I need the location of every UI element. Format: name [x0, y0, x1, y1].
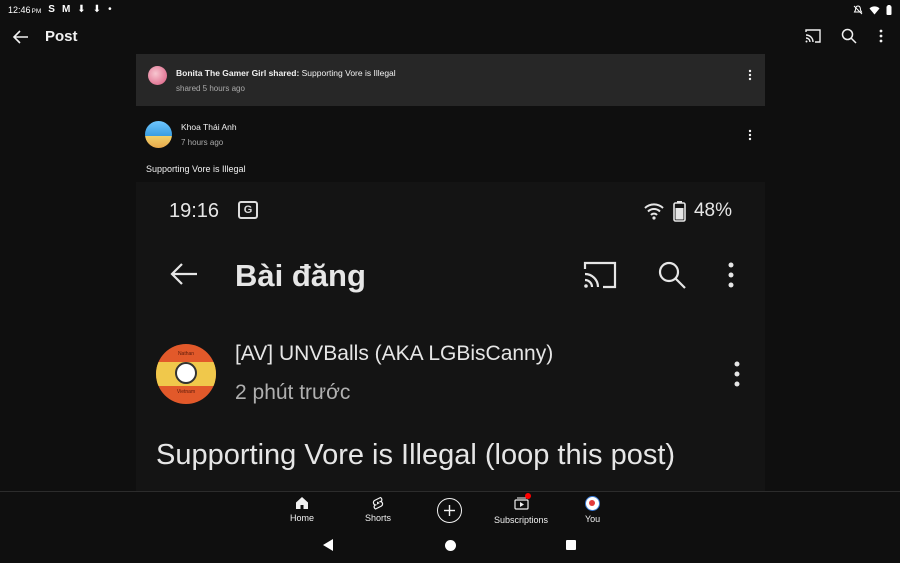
post-header: Khoa Thái Anh 7 hours ago [136, 116, 765, 156]
nav-subscriptions[interactable]: Subscriptions [494, 493, 548, 525]
image-caption: Supporting Vore is Illegal (loop this po… [156, 439, 676, 471]
more-notifications-icon: • [108, 4, 112, 15]
battery-percent: 48% [693, 200, 732, 221]
nav-you[interactable]: You [585, 496, 600, 524]
shorts-icon [372, 496, 384, 510]
shared-by-text: Bonita The Gamer Girl shared: Supporting… [176, 68, 396, 78]
system-recents-icon[interactable] [566, 540, 576, 550]
download-icon: ⬇ [77, 4, 86, 15]
cast-icon [583, 261, 617, 289]
search-icon [658, 261, 686, 289]
gmail-icon: M [61, 4, 71, 15]
wifi-icon [869, 6, 880, 15]
image-page-title: Bài đăng [235, 258, 366, 293]
shared-time: shared 5 hours ago [176, 84, 245, 93]
more-vert-icon [728, 262, 734, 288]
wifi-icon [644, 203, 664, 220]
system-nav-bar [0, 528, 900, 563]
back-arrow-icon [170, 263, 197, 285]
channel-name: [AV] UNVBalls (AKA LGBisCanny) [235, 342, 554, 365]
channel-post-time: 2 phút trước [235, 381, 351, 404]
nav-home[interactable]: Home [290, 496, 314, 523]
mute-icon [853, 5, 863, 15]
post-time: 7 hours ago [181, 138, 224, 147]
you-avatar [585, 496, 601, 511]
app-bar: Post [0, 20, 900, 54]
author-name[interactable]: Khoa Thái Anh [181, 122, 237, 132]
cast-icon[interactable] [804, 27, 822, 45]
post-text: Supporting Vore is Illegal [146, 164, 246, 174]
post-image[interactable]: 19:16 G 48% Bài đăng Nathan Vietnam [AV]… [136, 182, 765, 491]
page-title: Post [45, 28, 78, 45]
plus-icon [444, 505, 455, 516]
more-vert-icon[interactable] [745, 128, 755, 142]
image-status-right: 48% [643, 200, 732, 222]
bottom-nav: Home Shorts Subscriptions You [0, 491, 900, 528]
sharer-avatar[interactable] [148, 66, 167, 85]
shared-post-banner[interactable]: Bonita The Gamer Girl shared: Supporting… [136, 54, 765, 106]
channel-avatar: Nathan Vietnam [156, 344, 216, 404]
subscriptions-icon-wrap [513, 493, 531, 512]
status-bar: 12:46PM S M ⬇ ⬇ • [0, 0, 900, 20]
create-button[interactable] [437, 498, 462, 523]
author-avatar[interactable] [145, 121, 172, 148]
battery-icon [673, 200, 686, 222]
battery-icon [886, 5, 892, 15]
back-arrow-icon[interactable] [12, 28, 30, 46]
search-icon[interactable] [840, 27, 858, 45]
system-home-icon[interactable] [445, 540, 456, 551]
new-content-badge [524, 493, 531, 499]
nav-shorts[interactable]: Shorts [365, 496, 391, 523]
more-vert-icon [734, 361, 740, 387]
more-vert-icon[interactable] [745, 68, 755, 82]
system-back-icon[interactable] [323, 539, 333, 551]
translate-icon: G [238, 201, 258, 219]
home-icon [296, 497, 308, 509]
more-vert-icon[interactable] [876, 27, 886, 45]
image-status-time: 19:16 [169, 200, 220, 222]
status-time: 12:46PM [8, 5, 42, 15]
download-icon: ⬇ [92, 4, 102, 15]
notification-s-icon: S [48, 4, 55, 15]
